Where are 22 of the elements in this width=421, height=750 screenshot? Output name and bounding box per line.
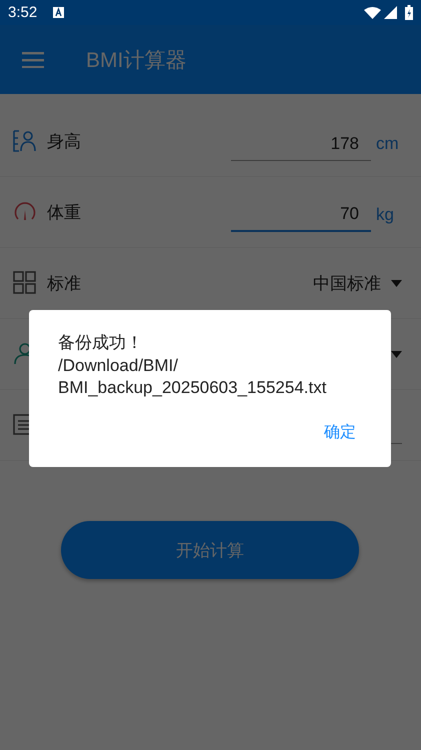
- standard-dropdown[interactable]: 中国标准: [313, 272, 402, 294]
- grid-icon: [13, 271, 37, 295]
- unit-label: kg: [376, 205, 395, 225]
- caret-icon: [391, 350, 402, 358]
- input-field[interactable]: 70: [231, 204, 371, 232]
- field-label: 体重: [47, 202, 82, 224]
- status-time: 3:52: [8, 4, 38, 21]
- field-label: 标准: [47, 272, 82, 294]
- menu-icon: [22, 52, 44, 68]
- person-ruler-icon: [13, 129, 37, 153]
- field-label: 身高: [47, 130, 82, 152]
- app-title: BMI计算器: [86, 48, 186, 74]
- input-field[interactable]: 178: [231, 134, 371, 160]
- battery-icon: [405, 5, 413, 20]
- keyboard-icon: [53, 7, 64, 18]
- wifi-icon: [364, 6, 381, 18]
- unit-label: cm: [376, 134, 400, 154]
- caret-icon: [391, 280, 402, 286]
- dialog-message: 备份成功！ /Download/BMI/ BMI_backup_20250603_155254.txt: [58, 332, 328, 399]
- calculate-button[interactable]: 开始计算: [61, 521, 359, 579]
- confirm-button[interactable]: 确定: [324, 414, 356, 450]
- signal-icon: [384, 6, 397, 19]
